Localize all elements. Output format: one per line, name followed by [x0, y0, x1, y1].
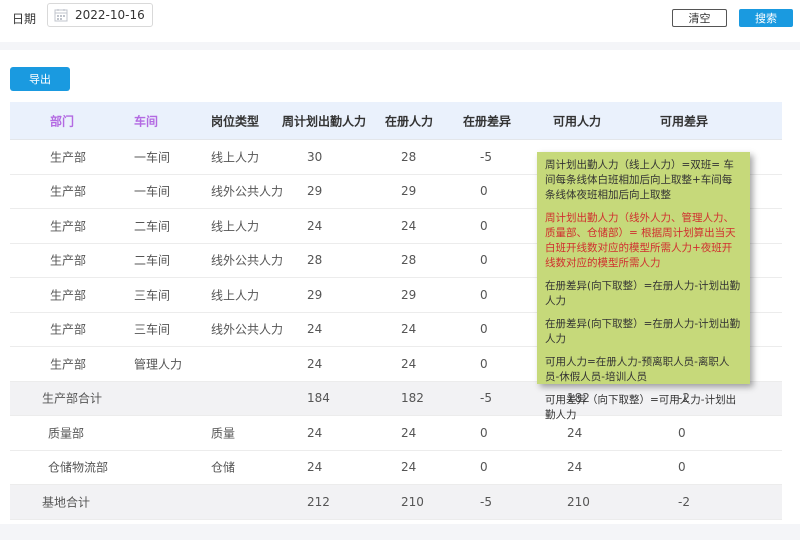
filter-bar: 日期 2022-10-16 清空 搜索	[0, 0, 800, 42]
cell-dept: 生产部	[50, 357, 87, 372]
formula-tooltip: 周计划出勤人力（线上人力）=双班= 车间每条线体白班相加后向上取整+车间每条线体…	[537, 152, 750, 421]
header-dept[interactable]: 部门	[50, 112, 74, 129]
cell-registered: 24	[401, 218, 417, 233]
cell-registered: 24	[401, 322, 417, 337]
cell-workshop: 一车间	[134, 150, 171, 165]
cell-dept: 生产部	[50, 288, 87, 303]
cell-reg-diff: 0	[480, 184, 488, 199]
cell-registered: 210	[401, 494, 424, 509]
cell-reg-diff: 0	[480, 253, 488, 268]
cell-available: 210	[567, 494, 590, 509]
cell-registered: 182	[401, 391, 424, 406]
cell-workshop: 一车间	[134, 184, 171, 199]
cell-workshop: 三车间	[134, 322, 171, 337]
cell-dept: 生产部	[50, 322, 87, 337]
tooltip-note: 可用人力=在册人力-预离职人员-离职人员-休假人员-培训人员	[545, 356, 730, 383]
table-row: 仓储物流部 仓储 24 24 0 24 0	[10, 450, 782, 485]
cell-post: 仓储	[211, 460, 236, 475]
cell-plan: 30	[307, 149, 323, 164]
clear-button[interactable]: 清空	[672, 9, 727, 27]
cell-workshop: 二车间	[134, 253, 171, 268]
cell-post: 线上人力	[211, 288, 260, 303]
cell-reg-diff: 0	[480, 287, 488, 302]
cell-post: 线外公共人力	[211, 253, 284, 268]
cell-registered: 29	[401, 184, 417, 199]
cell-plan: 24	[307, 322, 323, 337]
header-post-type: 岗位类型	[211, 114, 260, 128]
header-available: 可用人力	[553, 114, 602, 128]
search-button[interactable]: 搜索	[739, 9, 793, 27]
date-value: 2022-10-16	[75, 8, 145, 22]
cell-plan: 24	[307, 218, 323, 233]
cell-available: 24	[567, 460, 583, 475]
cell-registered: 24	[401, 356, 417, 371]
export-button[interactable]: 导出	[10, 67, 70, 91]
header-registered-diff: 在册差异	[463, 114, 512, 128]
cell-post: 线外公共人力	[211, 322, 284, 337]
cell-plan: 212	[307, 494, 330, 509]
cell-registered: 28	[401, 149, 417, 164]
cell-dept: 生产部	[50, 219, 87, 234]
cell-plan: 29	[307, 184, 323, 199]
cell-reg-diff: -5	[480, 149, 492, 164]
cell-reg-diff: 0	[480, 322, 488, 337]
cell-dept: 生产部	[50, 184, 87, 199]
table-total-row: 基地合计 212 210 -5 210 -2	[10, 485, 782, 520]
cell-workshop: 二车间	[134, 219, 171, 234]
tooltip-note: 在册差异(向下取整）=在册人力-计划出勤人力	[545, 280, 741, 307]
tooltip-note: 周计划出勤人力（线外人力、管理人力、质量部、仓储部）= 根据周计划算出当天白班开…	[545, 212, 736, 269]
cell-dept: 生产部	[50, 253, 87, 268]
cell-reg-diff: -5	[480, 494, 492, 509]
cell-plan: 24	[307, 356, 323, 371]
cell-workshop: 管理人力	[134, 357, 183, 372]
cell-plan: 28	[307, 253, 323, 268]
cell-registered: 28	[401, 253, 417, 268]
cell-dept: 质量部	[48, 426, 85, 441]
cell-avail-diff: -2	[678, 494, 690, 509]
date-picker-input[interactable]: 2022-10-16	[47, 3, 153, 27]
cell-plan: 24	[307, 460, 323, 475]
cell-reg-diff: 0	[480, 356, 488, 371]
cell-plan: 184	[307, 391, 330, 406]
header-weekly-plan: 周计划出勤人力	[282, 114, 367, 128]
cell-avail-diff: 0	[678, 460, 686, 475]
tooltip-note: 可用差异（向下取整）=可用人力-计划出勤人力	[545, 394, 737, 421]
cell-registered: 29	[401, 287, 417, 302]
cell-available: 24	[567, 425, 583, 440]
cell-post: 线上人力	[211, 150, 260, 165]
cell-post: 线上人力	[211, 219, 260, 234]
cell-dept: 生产部	[50, 150, 87, 165]
header-available-diff: 可用差异	[660, 114, 709, 128]
cell-avail-diff: 0	[678, 425, 686, 440]
cell-reg-diff: 0	[480, 460, 488, 475]
calendar-icon	[54, 9, 68, 22]
cell-reg-diff: -5	[480, 391, 492, 406]
cell-reg-diff: 0	[480, 218, 488, 233]
cell-post: 线外公共人力	[211, 184, 284, 199]
cell-post: 质量	[211, 426, 236, 441]
date-label: 日期	[12, 12, 37, 26]
table-header: 部门 车间 岗位类型 周计划出勤人力 在册人力 在册差异 可用人力 可用差异	[10, 102, 782, 140]
header-workshop[interactable]: 车间	[134, 112, 158, 129]
cell-dept: 仓储物流部	[48, 460, 109, 475]
tooltip-note: 在册差异(向下取整）=在册人力-计划出勤人力	[545, 318, 741, 345]
cell-registered: 24	[401, 425, 417, 440]
header-registered: 在册人力	[385, 114, 434, 128]
cell-workshop: 三车间	[134, 288, 171, 303]
cell-reg-diff: 0	[480, 425, 488, 440]
tooltip-note: 周计划出勤人力（线上人力）=双班= 车间每条线体白班相加后向上取整+车间每条线体…	[545, 159, 734, 201]
cell-label: 生产部合计	[42, 391, 103, 406]
cell-registered: 24	[401, 460, 417, 475]
cell-plan: 29	[307, 287, 323, 302]
page-bottom-area	[0, 524, 800, 540]
cell-plan: 24	[307, 425, 323, 440]
cell-label: 基地合计	[42, 495, 91, 510]
